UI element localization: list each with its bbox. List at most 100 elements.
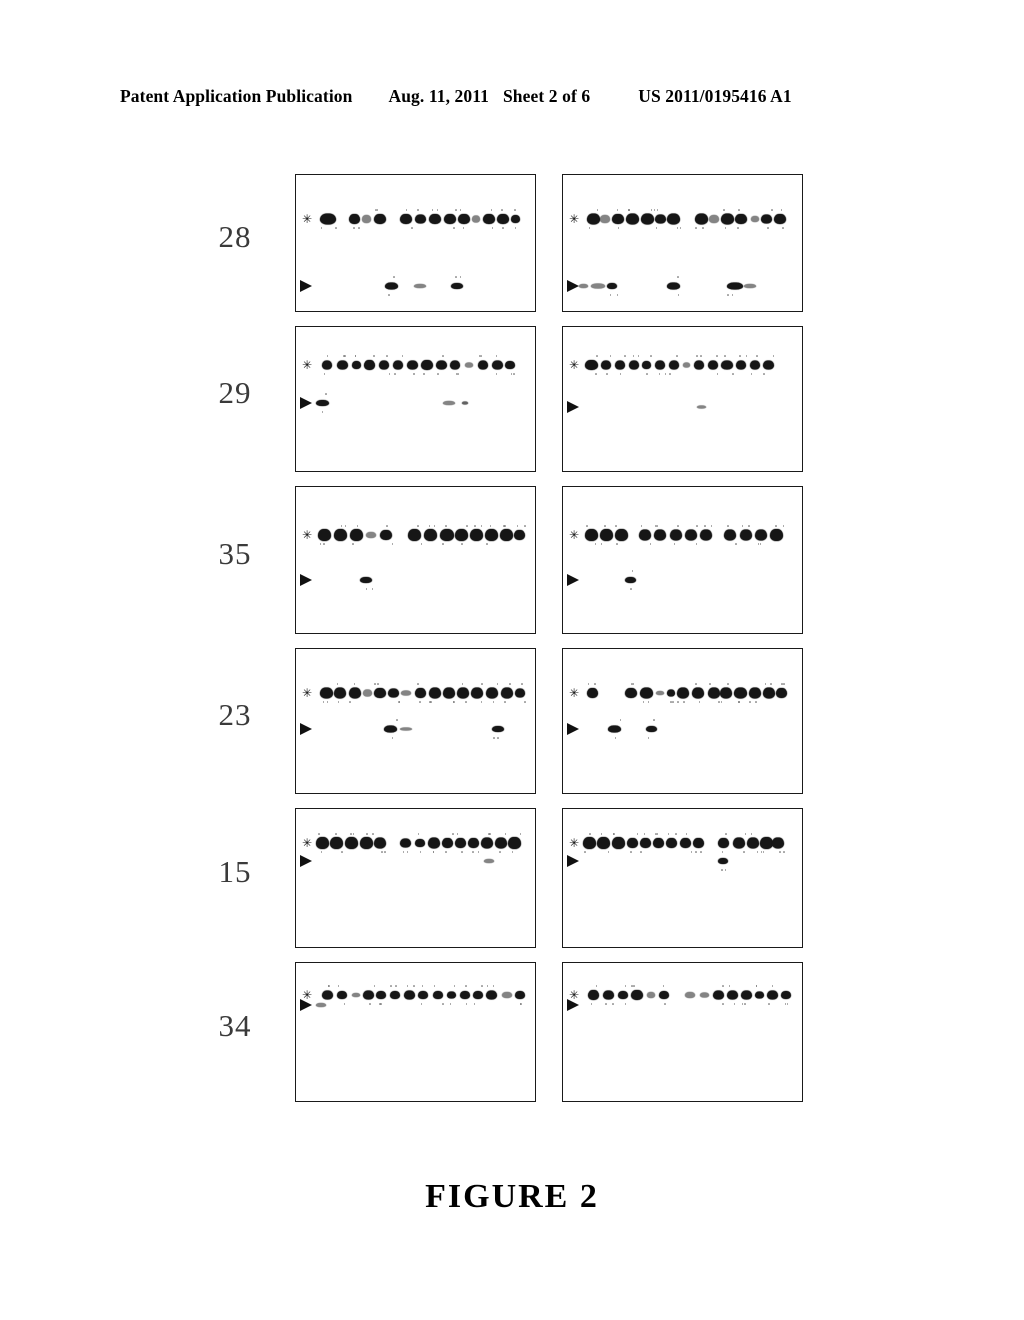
gel-band: [349, 687, 361, 699]
speckle: [352, 833, 355, 835]
lane-star: ✳: [563, 833, 802, 853]
gel-band: [601, 360, 611, 370]
speckle: [594, 683, 596, 685]
speckle: [709, 683, 711, 685]
gel-band: [501, 687, 513, 699]
speckle: [616, 294, 619, 296]
speckle: [421, 985, 424, 987]
gel-band: [318, 529, 331, 541]
speckle: [417, 833, 420, 835]
row-label-15: 15: [218, 854, 252, 889]
speckle: [501, 209, 503, 211]
gel-band: [455, 529, 468, 541]
gel-band: [320, 213, 336, 225]
gel-band: [670, 529, 682, 541]
gel-band: [774, 214, 786, 224]
speckle: [497, 737, 499, 739]
asterisk-marker-icon: ✳: [302, 358, 313, 372]
speckle: [655, 227, 658, 229]
gel-band: [692, 687, 704, 699]
speckle: [676, 227, 679, 229]
speckle: [396, 719, 398, 721]
speckle: [323, 543, 325, 545]
figure-row-34: 34 ✳ ✳: [175, 962, 855, 1102]
gel-band: [458, 214, 470, 224]
speckle: [630, 588, 632, 590]
gel-band: [443, 687, 455, 699]
gel-band: [415, 839, 425, 847]
speckle: [647, 701, 650, 703]
lane-star: ✳: [563, 683, 802, 703]
speckle: [521, 683, 523, 685]
speckle: [350, 833, 352, 835]
gel-band: [625, 577, 636, 583]
speckle: [653, 719, 655, 721]
gel-band: [393, 360, 403, 370]
speckle: [524, 701, 526, 703]
speckle: [750, 373, 753, 375]
speckle: [724, 227, 727, 229]
gel-band: [721, 360, 733, 370]
panel-15-left: ✳: [295, 808, 536, 948]
speckle: [376, 209, 379, 211]
speckle: [667, 833, 670, 835]
gel-band: [747, 837, 759, 849]
gel-band: [421, 360, 433, 370]
speckle: [606, 373, 608, 375]
speckle: [750, 833, 753, 835]
panel-34-right: ✳: [562, 962, 803, 1102]
speckle: [366, 833, 368, 835]
lane-star: ✳: [296, 833, 535, 853]
speckle: [604, 525, 606, 527]
panel-pair: ✳ ✳: [295, 486, 855, 634]
gel-band: [646, 726, 657, 732]
speckle: [695, 543, 698, 545]
speckle: [756, 355, 758, 357]
speckle: [595, 373, 597, 375]
speckle: [588, 227, 591, 229]
gel-band: [770, 529, 783, 541]
triangle-right-marker-icon: [567, 855, 579, 867]
gel-band: [401, 690, 411, 696]
gel-band: [471, 687, 483, 699]
gel-band: [363, 689, 372, 697]
speckle: [640, 525, 643, 527]
gel-band: [600, 529, 613, 541]
speckle: [461, 683, 464, 685]
lane-star: ✳: [296, 525, 535, 545]
speckle: [326, 355, 329, 357]
speckle: [516, 525, 519, 527]
speckle: [513, 373, 515, 375]
speckle: [325, 393, 327, 395]
triangle-right-marker-icon: [567, 401, 579, 413]
speckle: [459, 209, 462, 211]
speckle: [393, 276, 395, 278]
asterisk-marker-icon: ✳: [569, 358, 580, 372]
gel-band: [444, 214, 456, 224]
gel-band: [428, 837, 440, 849]
speckle: [677, 294, 680, 296]
speckle: [344, 355, 346, 357]
speckle: [373, 985, 376, 987]
speckle: [462, 227, 465, 229]
panel-pair: ✳ ✳: [295, 962, 855, 1102]
gel-band: [667, 689, 675, 697]
speckle: [745, 355, 748, 357]
speckle: [321, 411, 324, 413]
gel-band: [642, 361, 651, 369]
speckle: [344, 525, 346, 527]
asterisk-marker-icon: ✳: [569, 528, 580, 542]
speckle: [326, 701, 329, 703]
speckle: [457, 373, 459, 375]
gel-band: [608, 725, 621, 733]
speckle: [632, 683, 635, 685]
speckle: [749, 701, 751, 703]
figure-caption: FIGURE 2: [425, 1178, 599, 1215]
speckle: [600, 833, 603, 835]
speckle: [771, 985, 774, 987]
triangle-right-marker-icon: [300, 855, 312, 867]
figure-row-29: 29 ✳ ✳: [175, 326, 855, 472]
speckle: [632, 355, 635, 357]
gel-band: [600, 215, 610, 223]
speckle: [322, 701, 325, 703]
